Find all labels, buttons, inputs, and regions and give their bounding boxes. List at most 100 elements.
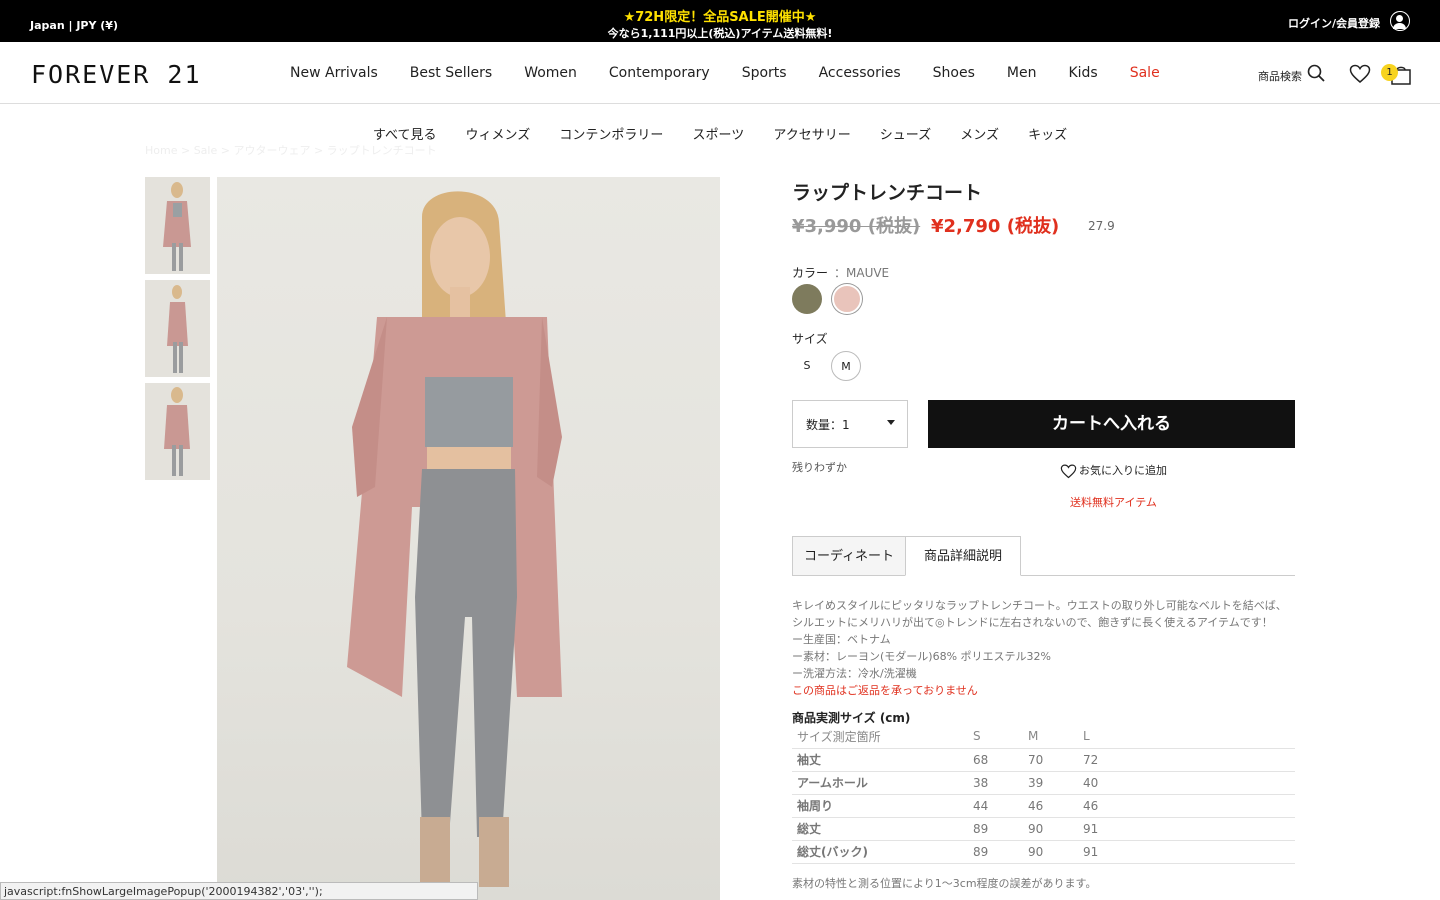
row-label: アームホール (792, 771, 968, 795)
search-label[interactable]: 商品検索 (1258, 68, 1302, 84)
table-cell: 39 (1023, 771, 1078, 795)
table-cell: 72 (1078, 748, 1295, 772)
table-cell: 89 (968, 817, 1023, 841)
table-cell: 38 (968, 771, 1023, 795)
nav-contemporary[interactable]: Contemporary (609, 65, 710, 81)
nav-shoes[interactable]: Shoes (933, 65, 975, 81)
color-value: ：MAUVE (834, 266, 890, 280)
logo[interactable]: FOREVER 21 (31, 60, 202, 89)
add-to-cart-button[interactable]: カートへ入れる (928, 400, 1295, 448)
quantity-select[interactable]: 数量：1 (792, 400, 908, 448)
search-icon[interactable] (1307, 64, 1325, 82)
table-cell: 90 (1023, 840, 1078, 864)
original-price: ¥3,990 (税抜) (792, 216, 921, 237)
sale-price: ¥2,790 (税抜) (931, 216, 1060, 237)
subnav-sports[interactable]: スポーツ (693, 124, 745, 143)
user-icon[interactable] (1390, 11, 1410, 31)
material-text: ー素材：レーヨン(モダール)68% ポリエステル32% (792, 650, 1051, 663)
heart-icon[interactable] (1349, 64, 1371, 84)
breadcrumb[interactable]: Home > Sale > アウターウェア > ラップトレンチコート (145, 142, 437, 158)
tab-coordinate[interactable]: コーディネート (792, 536, 906, 576)
table-cell: 91 (1078, 840, 1295, 864)
table-row: 袖周り 44 46 46 (792, 794, 1295, 818)
tab-product-details[interactable]: 商品詳細説明 (905, 536, 1021, 576)
nav-sale[interactable]: Sale (1130, 65, 1160, 81)
table-cell: 40 (1078, 771, 1295, 795)
size-label: サイズ (792, 332, 828, 346)
cart-count-badge[interactable]: 1 (1381, 64, 1398, 81)
site-header: FOREVER 21 New Arrivals Best Sellers Wom… (0, 42, 1440, 104)
size-option-m[interactable]: M (831, 351, 861, 381)
model-main-image (347, 191, 562, 887)
table-cell: 70 (1023, 748, 1078, 772)
column-header: M (1023, 725, 1078, 749)
nav-new-arrivals[interactable]: New Arrivals (290, 65, 378, 81)
table-cell: 46 (1078, 794, 1295, 818)
subnav-contemporary[interactable]: コンテンポラリー (559, 124, 663, 143)
table-cell: 89 (968, 840, 1023, 864)
column-header: S (968, 725, 1023, 749)
promo-headline[interactable]: ★72H限定！全品SALE開催中★ (0, 6, 1440, 25)
column-header: サイズ測定箇所 (792, 725, 968, 749)
color-swatch-mauve[interactable] (832, 284, 862, 314)
subnav-mens[interactable]: メンズ (960, 124, 999, 143)
table-row: 総丈(バック) 89 90 91 (792, 840, 1295, 864)
product-description: キレイめスタイルにピッタリなラップトレンチコート。ウエストの取り外し可能なベルト… (792, 597, 1297, 699)
row-label: 総丈(バック) (792, 840, 968, 864)
quantity-label: 数量：1 (806, 418, 850, 432)
model-back-image (145, 383, 210, 480)
browser-status-bar: javascript:fnShowLargeImagePopup('200019… (0, 882, 478, 900)
origin-text: ー生産国：ベトナム (792, 633, 891, 646)
promo-bar: Japan | JPY (¥) ★72H限定！全品SALE開催中★ 今なら1,1… (0, 0, 1440, 42)
nav-best-sellers[interactable]: Best Sellers (410, 65, 492, 81)
table-cell: 46 (1023, 794, 1078, 818)
main-product-image[interactable] (217, 177, 720, 900)
subnav-womens[interactable]: ウィメンズ (466, 124, 531, 143)
subnav-accessories[interactable]: アクセサリー (773, 124, 850, 143)
table-row: 袖丈 68 70 72 (792, 748, 1295, 772)
table-row: 総丈 89 90 91 (792, 817, 1295, 841)
nav-accessories[interactable]: Accessories (819, 65, 901, 81)
size-chart-footnote: 素材の特性と測る位置により1〜3cm程度の誤差があります。 (792, 877, 1097, 890)
product-thumbnail-2[interactable] (145, 280, 210, 377)
model-front-image (145, 177, 210, 274)
size-chart-table: サイズ測定箇所 S M L 袖丈 68 70 72 アームホール 38 39 4… (792, 725, 1295, 864)
row-label: 袖周り (792, 794, 968, 818)
table-row: アームホール 38 39 40 (792, 771, 1295, 795)
subnav-kids[interactable]: キッズ (1028, 124, 1067, 143)
product-title: ラップトレンチコート (792, 182, 983, 204)
table-cell: 90 (1023, 817, 1078, 841)
promo-subline[interactable]: 今なら1,111円以上(税込)アイテム送料無料! (0, 25, 1440, 41)
model-side-image (145, 280, 210, 377)
product-code: 27.9 (1088, 219, 1115, 233)
table-header-row: サイズ測定箇所 S M L (792, 725, 1295, 749)
free-shipping-note: 送料無料アイテム (1070, 496, 1157, 509)
heart-outline-icon (1060, 464, 1077, 478)
size-chart-title: 商品実測サイズ (cm) (792, 711, 911, 725)
favorite-label: お気に入りに追加 (1079, 464, 1167, 477)
product-thumbnail-3[interactable] (145, 383, 210, 480)
color-swatch-olive[interactable] (792, 284, 822, 314)
add-to-favorites-link[interactable]: お気に入りに追加 (1060, 462, 1167, 479)
nav-kids[interactable]: Kids (1068, 65, 1097, 81)
nav-sports[interactable]: Sports (742, 65, 787, 81)
column-header: L (1078, 725, 1295, 749)
main-nav: New Arrivals Best Sellers Women Contempo… (274, 65, 1176, 81)
wash-text: ー洗濯方法：冷水/洗濯機 (792, 667, 917, 680)
nav-women[interactable]: Women (524, 65, 577, 81)
color-label: カラー (792, 266, 829, 280)
table-cell: 44 (968, 794, 1023, 818)
row-label: 袖丈 (792, 748, 968, 772)
stock-status: 残りわずか (792, 461, 847, 474)
subnav-all[interactable]: すべて見る (373, 124, 437, 143)
size-option-s[interactable]: S (792, 351, 822, 381)
subnav-shoes[interactable]: シューズ (880, 124, 931, 143)
product-thumbnail-1[interactable] (145, 177, 210, 274)
login-link[interactable]: ログイン/会員登録 (1288, 15, 1380, 31)
nav-men[interactable]: Men (1007, 65, 1037, 81)
row-label: 総丈 (792, 817, 968, 841)
description-text: キレイめスタイルにピッタリなラップトレンチコート。ウエストの取り外し可能なベルト… (792, 599, 1287, 629)
sub-nav: すべて見る ウィメンズ コンテンポラリー スポーツ アクセサリー シューズ メン… (0, 124, 1440, 143)
chevron-down-icon (887, 420, 895, 425)
no-return-warning: この商品はご返品を承っておりません (792, 684, 978, 697)
